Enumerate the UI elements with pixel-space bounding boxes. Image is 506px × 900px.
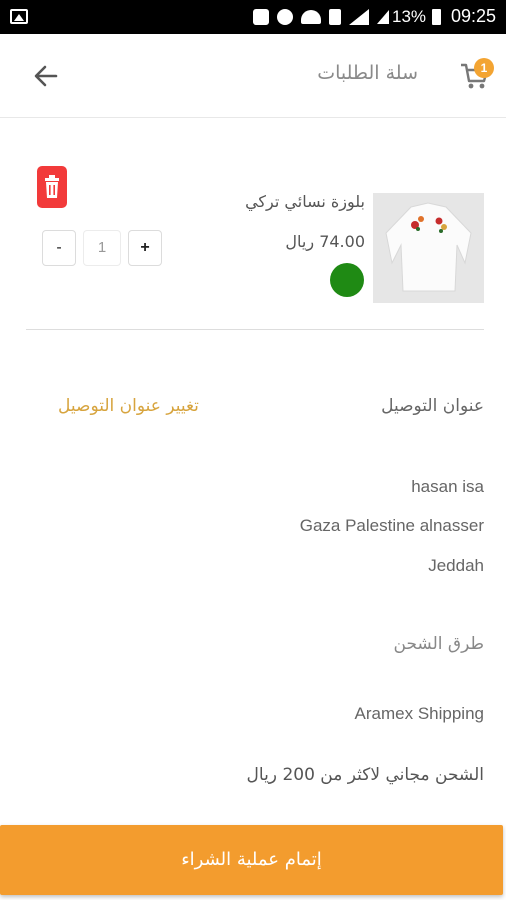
delivery-address-label: عنوان التوصيل [381,396,484,416]
status-clock: 09:25 [450,6,496,26]
quantity-field[interactable]: 1 [83,230,121,266]
change-address-link[interactable]: تغيير عنوان التوصيل [58,396,199,416]
app-bar: سلة الطلبات 1 [0,34,506,118]
status-bar: 13% 09:25 [0,0,506,34]
battery-percent: 13% [392,7,427,26]
signal-icon [349,9,369,25]
address-line: Gaza Palestine alnasser [299,516,484,535]
system-icons [253,8,389,26]
trash-icon [45,175,59,198]
address-name: hasan isa [411,477,484,496]
delete-item-button[interactable] [37,166,67,208]
arrow-left-icon [34,65,58,87]
product-price: 74.00 ريال [285,232,365,251]
cart-count-badge: 1 [474,58,494,78]
increase-quantity-button[interactable]: + [128,230,162,266]
gallery-icon [10,9,28,24]
product-image[interactable] [373,193,484,303]
decrease-quantity-button[interactable]: - [42,230,76,266]
wifi-icon [301,10,321,24]
shipping-method[interactable]: Aramex Shipping [355,704,484,724]
battery-icon [432,9,441,25]
checkout-button[interactable]: إتمام عملية الشراء [0,825,503,895]
product-color-swatch [330,263,364,297]
signal-secondary-icon [377,10,389,24]
alarm-icon [277,9,293,25]
back-button[interactable] [30,60,62,92]
mute-icon [253,9,269,25]
divider [26,329,484,330]
product-name: بلوزة نسائي تركي [245,192,365,211]
sim-icon [329,9,341,25]
address-city: Jeddah [428,556,484,575]
page-title: سلة الطلبات [317,62,418,84]
shipping-methods-label: طرق الشحن [393,634,485,654]
free-shipping-note: الشحن مجاني لاكثر من 200 ريال [246,765,484,785]
